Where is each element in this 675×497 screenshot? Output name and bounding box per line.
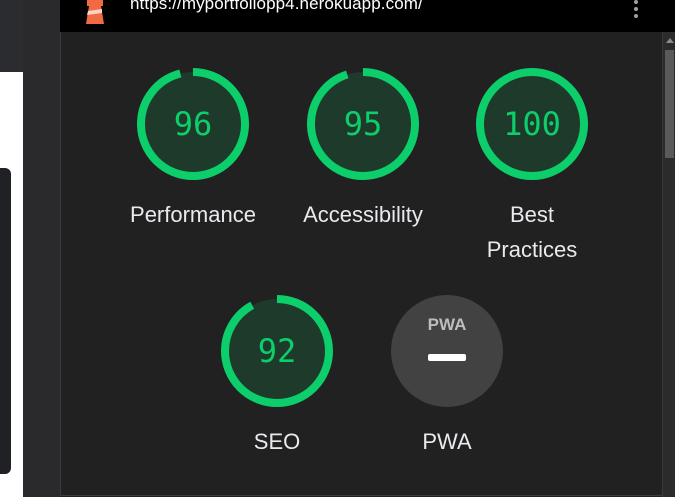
- category-label[interactable]: SEO: [187, 424, 367, 459]
- category-label-line-1[interactable]: Best: [442, 197, 622, 232]
- category-label-line-2[interactable]: Practices: [442, 232, 622, 267]
- scroll-up-arrow-icon[interactable]: [666, 38, 674, 43]
- score-value: 92: [257, 332, 297, 370]
- gauge-best-practices[interactable]: 100: [474, 66, 590, 182]
- category-label[interactable]: Accessibility: [273, 197, 453, 232]
- host-page-panel: [0, 168, 11, 474]
- score-value: 95: [343, 105, 383, 143]
- score-value: 96: [173, 105, 213, 143]
- pwa-badge-icon[interactable]: PWA: [391, 295, 503, 407]
- pwa-badge-text: PWA: [427, 315, 467, 334]
- panel-gutter: [23, 0, 60, 497]
- report-topbar: https://myportfoliopp4.herokuapp.com/: [60, 0, 675, 32]
- category-label[interactable]: Performance: [103, 197, 283, 232]
- gauge-accessibility[interactable]: 95: [305, 66, 421, 182]
- host-page-header: [0, 0, 23, 72]
- pwa-dash-icon: [428, 354, 466, 361]
- category-label[interactable]: PWA: [357, 424, 537, 459]
- vertical-scrollbar[interactable]: [662, 32, 675, 497]
- gauge-performance[interactable]: 96: [135, 66, 251, 182]
- scores-panel: 96 Performance 95 Accessibility 100 Best…: [60, 32, 663, 496]
- scrollbar-thumb[interactable]: [665, 50, 674, 158]
- devtools-lighthouse-report: https://myportfoliopp4.herokuapp.com/ 96…: [0, 0, 675, 497]
- kebab-menu-icon[interactable]: [633, 0, 639, 20]
- report-url[interactable]: https://myportfoliopp4.herokuapp.com/: [130, 0, 423, 14]
- lighthouse-icon: [80, 0, 110, 24]
- score-value: 100: [503, 105, 561, 143]
- gauge-seo[interactable]: 92: [219, 293, 335, 409]
